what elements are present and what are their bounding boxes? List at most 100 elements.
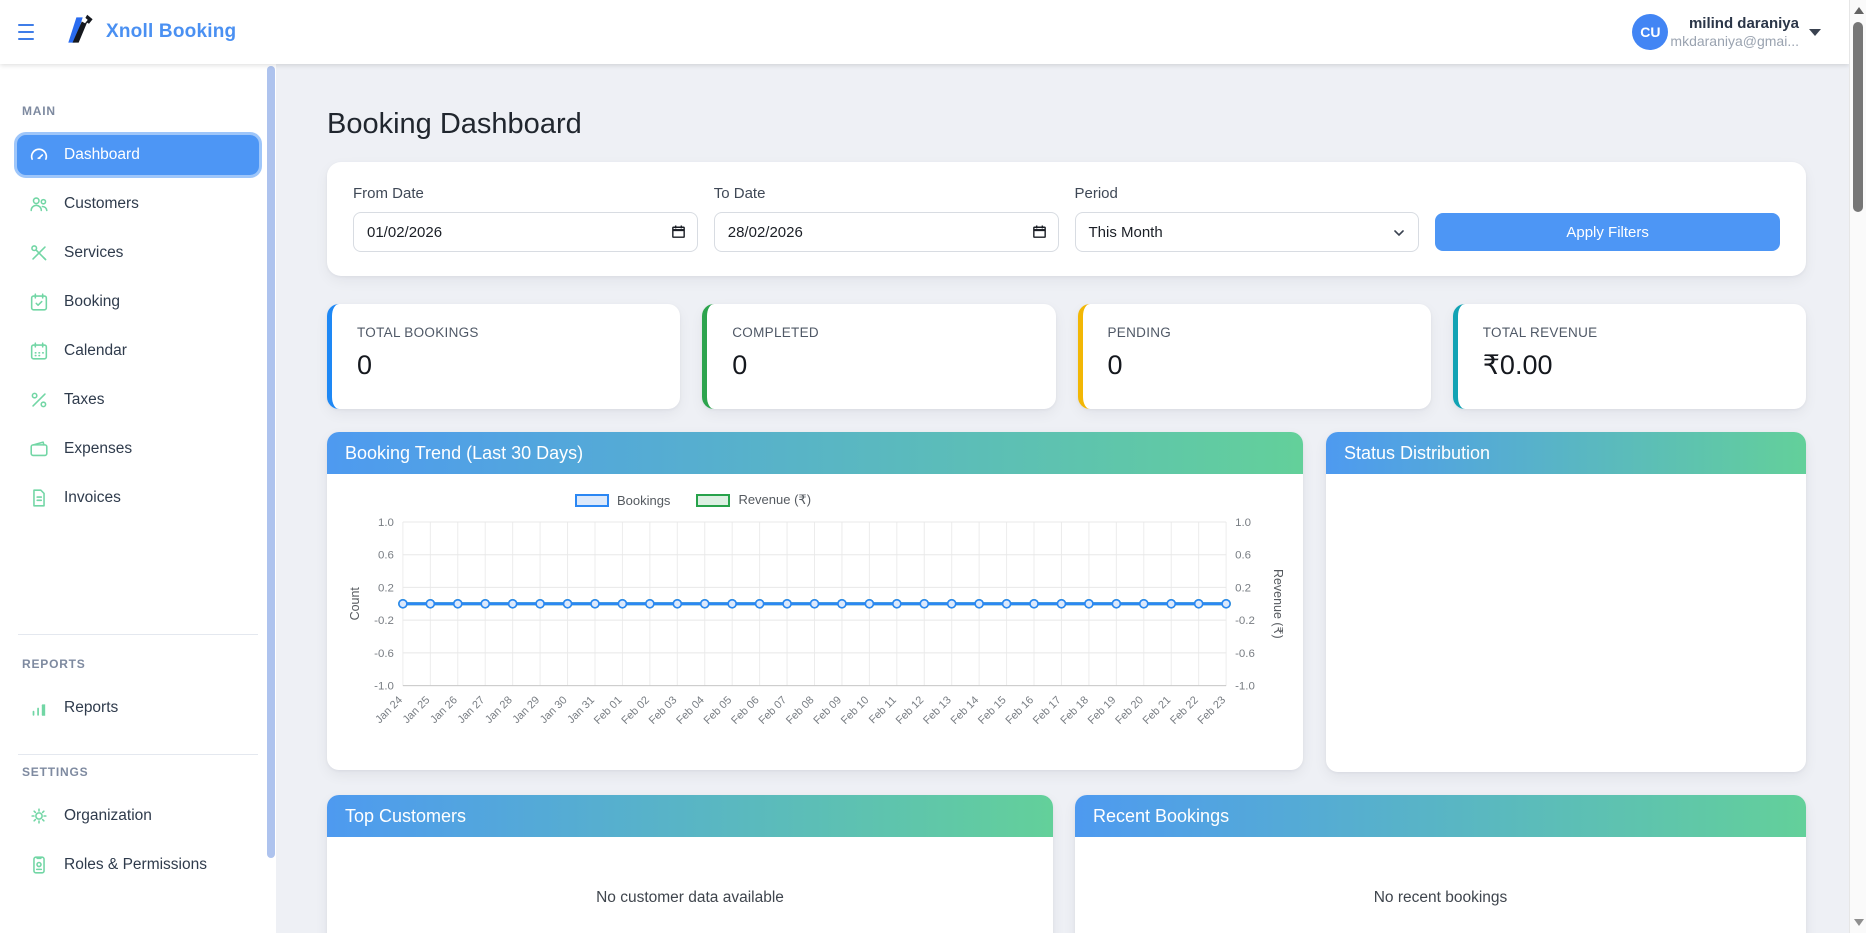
tools-icon <box>28 242 50 264</box>
legend-item[interactable]: Bookings <box>575 492 670 508</box>
from-date-label: From Date <box>353 185 698 202</box>
app-root: Xnoll Booking CU milind daraniya mkdaran… <box>0 0 1866 933</box>
svg-text:-1.0: -1.0 <box>374 681 394 693</box>
filters-card: From Date To Date Period <box>327 162 1806 276</box>
sidebar-item-calendar[interactable]: Calendar <box>14 328 262 374</box>
chevron-down-icon <box>1809 29 1821 36</box>
sidebar-item-label: Invoices <box>64 489 121 507</box>
stats-row: TOTAL BOOKINGS 0 COMPLETED 0 PENDING 0 T… <box>327 304 1806 409</box>
to-date-input[interactable] <box>714 212 1059 252</box>
calendar-check-icon <box>28 291 50 313</box>
top-customers-panel: Top Customers No customer data available <box>327 795 1053 933</box>
svg-text:Jan 29: Jan 29 <box>510 694 542 726</box>
svg-text:Feb 22: Feb 22 <box>1168 694 1201 727</box>
svg-text:Feb 13: Feb 13 <box>921 694 954 727</box>
sidebar-item-services[interactable]: Services <box>14 230 262 276</box>
svg-text:Feb 04: Feb 04 <box>674 694 707 727</box>
legend-label: Bookings <box>617 493 670 508</box>
stat-value: 0 <box>732 350 1030 381</box>
svg-text:Feb 03: Feb 03 <box>647 694 680 727</box>
sidebar-item-label: Taxes <box>64 391 105 409</box>
invoice-icon <box>28 487 50 509</box>
svg-text:-0.2: -0.2 <box>374 615 394 627</box>
id-badge-icon <box>28 854 50 876</box>
wallet-icon <box>28 438 50 460</box>
hamburger-menu-icon[interactable] <box>18 24 40 40</box>
svg-text:Feb 20: Feb 20 <box>1113 694 1146 727</box>
sidebar-item-dashboard[interactable]: Dashboard <box>14 132 262 178</box>
from-date-input[interactable] <box>353 212 698 252</box>
sidebar-item-booking[interactable]: Booking <box>14 279 262 325</box>
svg-text:1.0: 1.0 <box>1235 517 1251 529</box>
svg-text:Feb 10: Feb 10 <box>839 694 872 727</box>
svg-text:Jan 26: Jan 26 <box>428 694 460 726</box>
svg-text:Feb 23: Feb 23 <box>1196 694 1229 727</box>
svg-text:0.6: 0.6 <box>1235 550 1251 562</box>
bottom-row: Top Customers No customer data available… <box>327 795 1806 933</box>
sidebar-item-label: Roles & Permissions <box>64 856 207 874</box>
stat-value: 0 <box>1108 350 1406 381</box>
svg-text:Count: Count <box>348 587 362 621</box>
svg-text:Jan 27: Jan 27 <box>456 694 488 726</box>
recent-bookings-title: Recent Bookings <box>1075 795 1806 837</box>
svg-text:0.6: 0.6 <box>378 550 394 562</box>
user-menu[interactable]: CU milind daraniya mkdaraniya@gmai... <box>1632 14 1821 50</box>
calendar-picker-icon[interactable] <box>670 223 687 240</box>
svg-text:Feb 14: Feb 14 <box>949 694 982 727</box>
sidebar-item-reports[interactable]: Reports <box>14 685 262 731</box>
svg-text:Feb 17: Feb 17 <box>1031 694 1064 727</box>
stat-value: 0 <box>357 350 655 381</box>
app-logo[interactable]: Xnoll Booking <box>62 12 236 53</box>
period-label: Period <box>1075 185 1420 202</box>
svg-text:0.2: 0.2 <box>1235 582 1251 594</box>
calendar-picker-icon[interactable] <box>1031 223 1048 240</box>
sidebar-item-label: Services <box>64 244 123 262</box>
period-select[interactable]: This Month <box>1075 212 1420 252</box>
legend-swatch <box>696 494 730 507</box>
sidebar-item-taxes[interactable]: Taxes <box>14 377 262 423</box>
sidebar-section-settings: SETTINGS <box>22 765 276 779</box>
status-distribution-panel: Status Distribution <box>1326 432 1806 772</box>
avatar: CU <box>1632 14 1668 50</box>
sidebar-item-label: Dashboard <box>64 146 140 164</box>
apply-filters-button[interactable]: Apply Filters <box>1435 213 1780 251</box>
calendar-icon <box>28 340 50 362</box>
scrollbar-thumb[interactable] <box>1853 22 1863 212</box>
sidebar-item-roles-permissions[interactable]: Roles & Permissions <box>14 842 262 888</box>
stat-card-completed: COMPLETED 0 <box>702 304 1055 409</box>
svg-text:-0.6: -0.6 <box>374 648 394 660</box>
page-scrollbar <box>1849 0 1866 933</box>
main-content: Booking Dashboard From Date To Date <box>276 64 1849 933</box>
sidebar-item-label: Booking <box>64 293 120 311</box>
scrollbar-up-arrow[interactable] <box>1854 7 1864 14</box>
sidebar-item-customers[interactable]: Customers <box>14 181 262 227</box>
svg-text:Revenue (₹): Revenue (₹) <box>1271 569 1283 639</box>
svg-text:Jan 30: Jan 30 <box>538 694 570 726</box>
svg-text:Feb 18: Feb 18 <box>1058 694 1091 727</box>
svg-text:-0.6: -0.6 <box>1235 648 1255 660</box>
legend-label: Revenue (₹) <box>738 492 811 508</box>
svg-text:Jan 31: Jan 31 <box>565 694 597 726</box>
legend-swatch <box>575 494 609 507</box>
svg-text:0.2: 0.2 <box>378 582 394 594</box>
sidebar-item-organization[interactable]: Organization <box>14 793 262 839</box>
booking-trend-panel: Booking Trend (Last 30 Days) BookingsRev… <box>327 432 1303 770</box>
legend-item[interactable]: Revenue (₹) <box>696 492 811 508</box>
gear-icon <box>28 805 50 827</box>
top-header: Xnoll Booking CU milind daraniya mkdaran… <box>0 0 1849 64</box>
sidebar-item-expenses[interactable]: Expenses <box>14 426 262 472</box>
sidebar-item-invoices[interactable]: Invoices <box>14 475 262 521</box>
svg-text:Feb 15: Feb 15 <box>976 694 1009 727</box>
sidebar-scrollbar-thumb[interactable] <box>267 66 275 858</box>
charts-row: Booking Trend (Last 30 Days) BookingsRev… <box>327 432 1806 772</box>
svg-text:1.0: 1.0 <box>378 517 394 529</box>
top-customers-title: Top Customers <box>327 795 1053 837</box>
booking-trend-chart: Bookings Revenue (₹) 1.0 0.6 0.2 -0.2 -0.6 -1.… <box>327 474 1303 770</box>
svg-text:Feb 06: Feb 06 <box>729 694 762 727</box>
svg-text:Feb 16: Feb 16 <box>1004 694 1037 727</box>
svg-text:Feb 21: Feb 21 <box>1141 694 1174 727</box>
svg-text:Feb 09: Feb 09 <box>811 694 844 727</box>
svg-text:Feb 01: Feb 01 <box>592 694 625 727</box>
brand-name: Xnoll Booking <box>106 21 236 43</box>
scrollbar-down-arrow[interactable] <box>1854 919 1864 926</box>
